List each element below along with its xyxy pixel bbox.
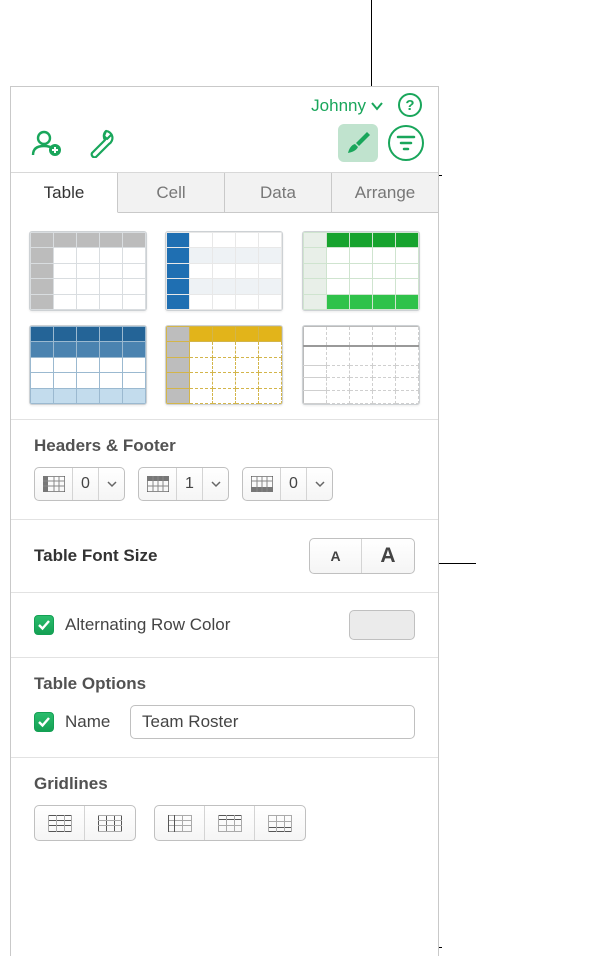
- grid-hcol-icon: [168, 815, 192, 832]
- collaborate-icon: [30, 127, 62, 159]
- gridlines-header-row-button[interactable]: [205, 806, 255, 840]
- tab-cell[interactable]: Cell: [118, 173, 225, 213]
- header-columns-icon: [43, 476, 65, 492]
- collaborate-button[interactable]: [29, 126, 63, 160]
- gridlines-body-horizontal-button[interactable]: [35, 806, 85, 840]
- inspector-tabs: Table Cell Data Arrange: [11, 173, 438, 213]
- font-size-title: Table Font Size: [34, 546, 157, 566]
- header-columns-value: 0: [73, 468, 98, 500]
- inspector-panel: Johnny ?: [10, 86, 439, 956]
- paintbrush-icon: [345, 130, 371, 156]
- table-options-title: Table Options: [34, 674, 415, 694]
- checkmark-icon: [37, 716, 51, 728]
- tab-label: Data: [260, 183, 296, 203]
- footer-rows-icon: [251, 476, 273, 492]
- dropdown-arrow: [98, 468, 124, 500]
- headers-footer-title: Headers & Footer: [34, 436, 415, 456]
- letter-a-large-icon: A: [380, 544, 395, 568]
- help-icon: ?: [405, 97, 414, 114]
- gridlines-section: Gridlines: [11, 757, 438, 859]
- grid-hrow-icon: [218, 815, 242, 832]
- alternating-row-label: Alternating Row Color: [65, 615, 230, 635]
- wrench-icon: [87, 128, 117, 158]
- table-style-2[interactable]: [165, 231, 283, 311]
- table-name-field[interactable]: [130, 705, 415, 739]
- checkmark-icon: [37, 619, 51, 631]
- header-columns-stepper[interactable]: 0: [34, 467, 125, 501]
- font-size-decrease-button[interactable]: A: [310, 539, 362, 573]
- user-name-label: Johnny: [311, 96, 366, 116]
- table-name-checkbox[interactable]: [34, 712, 54, 732]
- chevron-down-icon: [371, 102, 383, 111]
- gridlines-title: Gridlines: [34, 774, 415, 794]
- grid-frow-icon: [268, 815, 292, 832]
- tab-arrange[interactable]: Arrange: [332, 173, 438, 213]
- gridlines-header-col-button[interactable]: [155, 806, 205, 840]
- callout-leader-right: [438, 179, 476, 180]
- grid-v-icon: [98, 815, 122, 832]
- table-options-section: Table Options Name: [11, 657, 438, 757]
- header-rows-icon: [147, 476, 169, 492]
- table-style-3[interactable]: [302, 231, 420, 311]
- format-button[interactable]: [338, 124, 378, 162]
- sort-filter-button[interactable]: [388, 125, 424, 161]
- callout-leader-top: [371, 0, 372, 93]
- header-rows-value: 1: [177, 468, 202, 500]
- gridlines-body-group: [34, 805, 136, 841]
- gridlines-footer-row-button[interactable]: [255, 806, 305, 840]
- gridlines-body-vertical-button[interactable]: [85, 806, 135, 840]
- table-styles-grid: [11, 213, 438, 419]
- table-style-6[interactable]: [302, 325, 420, 405]
- gridlines-header-group: [154, 805, 306, 841]
- alternating-row-section: Alternating Row Color: [11, 592, 438, 657]
- table-style-1[interactable]: [29, 231, 147, 311]
- footer-rows-value: 0: [281, 468, 306, 500]
- header-rows-stepper[interactable]: 1: [138, 467, 229, 501]
- alternating-row-color-swatch[interactable]: [349, 610, 415, 640]
- dropdown-arrow: [306, 468, 332, 500]
- tab-label: Cell: [156, 183, 185, 203]
- table-style-5[interactable]: [165, 325, 283, 405]
- table-name-label: Name: [65, 712, 119, 732]
- font-size-increase-button[interactable]: A: [362, 539, 414, 573]
- user-menu[interactable]: Johnny: [311, 96, 383, 116]
- tab-data[interactable]: Data: [225, 173, 332, 213]
- grid-h-icon: [48, 815, 72, 832]
- table-font-size-section: Table Font Size A A: [11, 519, 438, 592]
- help-button[interactable]: ?: [398, 93, 422, 117]
- toolbar: Johnny ?: [11, 87, 438, 173]
- dropdown-arrow: [202, 468, 228, 500]
- tools-button[interactable]: [85, 126, 119, 160]
- filter-icon: [396, 134, 416, 152]
- letter-a-small-icon: A: [330, 548, 340, 564]
- table-style-4[interactable]: [29, 325, 147, 405]
- tab-label: Table: [44, 183, 85, 203]
- tab-label: Arrange: [355, 183, 415, 203]
- alternating-row-checkbox[interactable]: [34, 615, 54, 635]
- footer-rows-stepper[interactable]: 0: [242, 467, 333, 501]
- headers-footer-section: Headers & Footer 0 1 0: [11, 419, 438, 519]
- tab-table[interactable]: Table: [11, 173, 118, 213]
- font-size-segmented: A A: [309, 538, 415, 574]
